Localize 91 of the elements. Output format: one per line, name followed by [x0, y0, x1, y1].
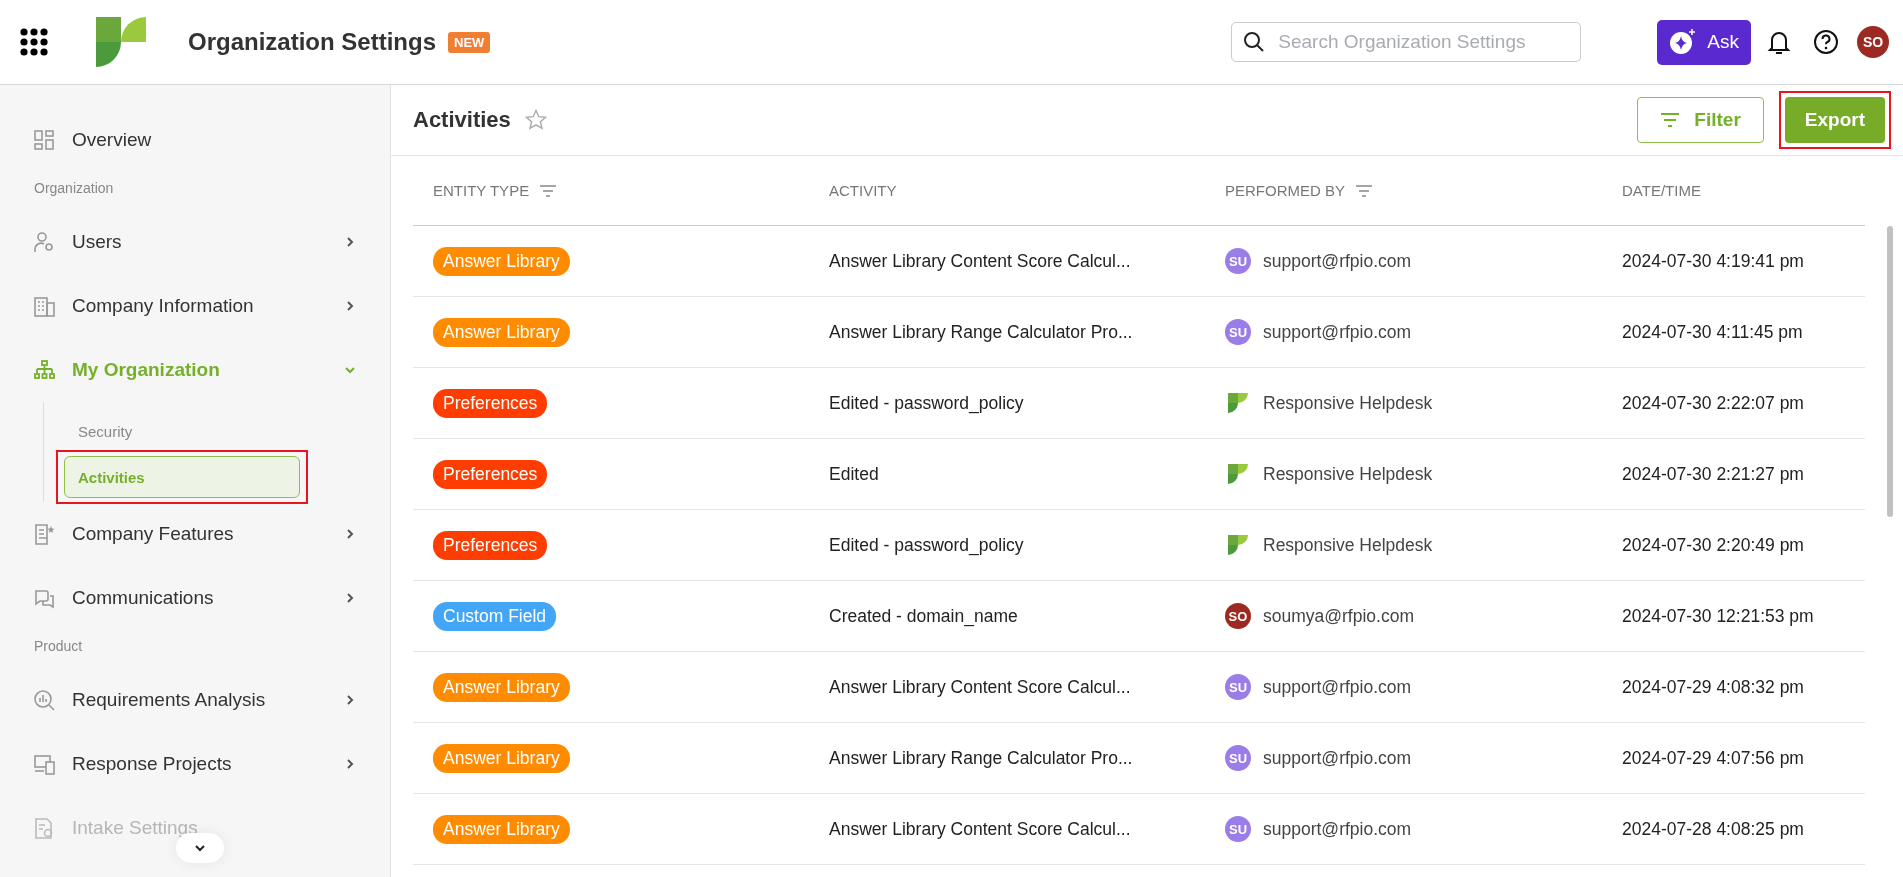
performer-name: support@rfpio.com	[1263, 321, 1412, 343]
logo-icon	[1228, 464, 1248, 484]
performer-name: support@rfpio.com	[1263, 747, 1412, 769]
logo-icon	[96, 17, 146, 67]
nav-icon	[33, 752, 56, 776]
chevron-right-icon	[344, 694, 356, 706]
entity-tag: Answer Library	[433, 743, 570, 773]
user-avatar: SU	[1225, 816, 1251, 842]
scrollbar-thumb[interactable]	[1887, 226, 1893, 517]
table-cell: Answer Library Range Calculator Pro...	[829, 321, 1133, 342]
table-cell: 2024-07-30 2:21:27 pm	[1622, 463, 1804, 484]
table-cell: 2024-07-28 4:08:25 pm	[1622, 818, 1804, 839]
table-cell: 2024-07-30 4:11:45 pm	[1622, 321, 1803, 342]
chevron-right-icon	[344, 592, 356, 604]
table-cell: 2024-07-30 12:21:53 pm	[1622, 605, 1814, 626]
page-title: Organization Settings	[188, 28, 436, 56]
nav-item[interactable]: Users	[0, 210, 390, 274]
nav-icon	[33, 522, 56, 546]
entity-tag: Preferences	[433, 459, 548, 489]
nav-item[interactable]: Response Projects	[0, 732, 390, 796]
table-cell: 2024-07-30 2:22:07 pm	[1622, 392, 1804, 413]
table-cell: 2024-07-29 4:08:32 pm	[1622, 676, 1804, 697]
table-cell: Edited - password_policy	[829, 534, 1024, 555]
ask-button[interactable]: Ask	[1657, 19, 1751, 65]
chevron-down-icon	[194, 842, 206, 854]
column-header: ACTIVITY	[829, 182, 897, 199]
nav-icon	[33, 358, 56, 382]
performer-name: support@rfpio.com	[1263, 250, 1412, 272]
entity-tag: Preferences	[433, 530, 548, 560]
filter-icon[interactable]	[1355, 183, 1373, 198]
entity-tag: Custom Field	[433, 601, 557, 631]
performer-name: Responsive Helpdesk	[1263, 534, 1433, 556]
performer-name: Responsive Helpdesk	[1263, 463, 1433, 485]
column-header: ENTITY TYPE	[433, 182, 530, 199]
bell-icon[interactable]	[1767, 29, 1791, 55]
performer-name: support@rfpio.com	[1263, 676, 1412, 698]
nav-item[interactable]: Company Information	[0, 274, 390, 338]
search-field[interactable]: Search Organization Settings	[1231, 22, 1582, 62]
nav-icon	[33, 128, 56, 152]
star-icon[interactable]	[524, 109, 547, 131]
table-cell: Answer Library Content Score Calcul...	[829, 250, 1131, 271]
nav-item[interactable]: Company Features	[0, 502, 390, 566]
user-avatar: SU	[1225, 248, 1251, 274]
section-heading: Product	[33, 637, 84, 656]
table-cell: Edited - password_policy	[829, 392, 1024, 413]
filter-icon	[1660, 112, 1681, 128]
user-avatar: SU	[1225, 319, 1251, 345]
entity-tag: Answer Library	[433, 672, 570, 702]
entity-tag: Answer Library	[433, 317, 570, 347]
nav-icon	[33, 230, 56, 254]
search-icon	[1243, 31, 1266, 53]
performer-name: Responsive Helpdesk	[1263, 392, 1433, 414]
apps-grid-icon[interactable]	[20, 28, 48, 56]
performer-name: soumya@rfpio.com	[1263, 605, 1414, 627]
table-cell: Answer Library Content Score Calcul...	[829, 676, 1131, 697]
entity-tag: Answer Library	[433, 246, 570, 276]
logo-icon	[1228, 393, 1248, 413]
chevron-right-icon	[344, 528, 356, 540]
table-cell: Edited	[829, 463, 879, 484]
user-avatar: SO	[1225, 603, 1251, 629]
nav-item[interactable]: Communications	[0, 566, 390, 630]
ask-label: Ask	[1707, 31, 1739, 53]
help-icon[interactable]	[1813, 29, 1839, 55]
table-cell: Answer Library Content Score Calcul...	[829, 818, 1131, 839]
user-avatar[interactable]: SO	[1857, 26, 1889, 58]
filter-icon[interactable]	[539, 183, 558, 198]
sparkle-icon	[1669, 28, 1698, 56]
chevron-down-icon	[344, 364, 356, 376]
entity-tag: Answer Library	[433, 814, 570, 844]
column-header: DATE/TIME	[1622, 182, 1701, 199]
nav-icon	[33, 294, 56, 318]
chevron-right-icon	[344, 300, 356, 312]
nav-icon	[33, 688, 56, 712]
entity-tag: Preferences	[433, 388, 548, 418]
section-title: Activities	[413, 107, 511, 133]
table-cell: 2024-07-30 2:20:49 pm	[1622, 534, 1804, 555]
column-header: PERFORMED BY	[1225, 182, 1345, 199]
nav-item[interactable]: Overview	[0, 108, 390, 172]
table-cell: Created - domain_name	[829, 605, 1018, 626]
section-heading: Organization	[33, 179, 115, 198]
logo-icon	[1228, 535, 1248, 555]
performer-name: support@rfpio.com	[1263, 818, 1412, 840]
table-cell: 2024-07-30 4:19:41 pm	[1622, 250, 1804, 271]
new-badge: NEW	[448, 31, 491, 53]
chevron-right-icon	[344, 758, 356, 770]
table-cell: 2024-07-29 4:07:56 pm	[1622, 747, 1804, 768]
table-cell: Answer Library Range Calculator Pro...	[829, 747, 1133, 768]
user-avatar: SU	[1225, 745, 1251, 771]
chevron-right-icon	[344, 236, 356, 248]
nav-item[interactable]: Requirements Analysis	[0, 668, 390, 732]
user-avatar: SU	[1225, 674, 1251, 700]
